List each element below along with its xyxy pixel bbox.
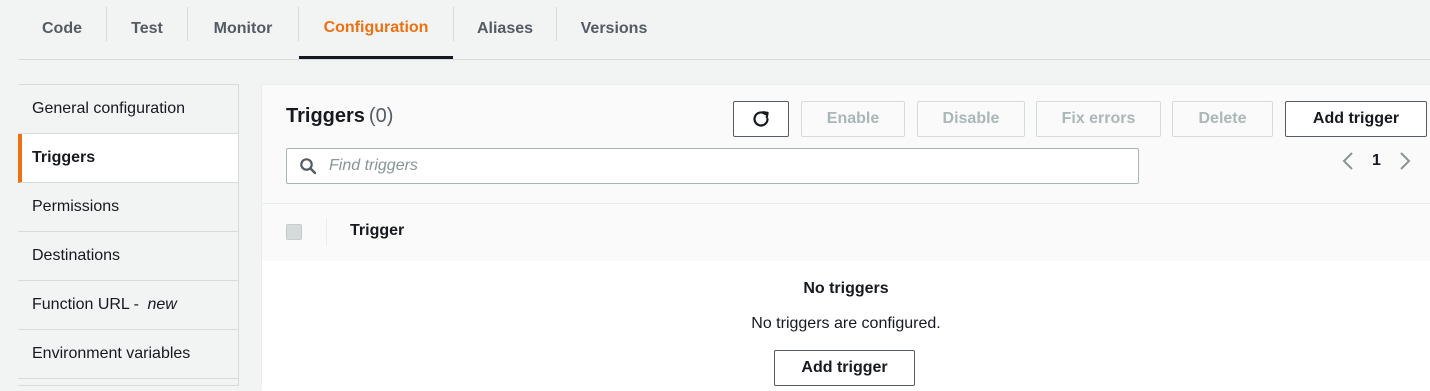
tab-versions[interactable]: Versions: [557, 0, 671, 58]
sidebar-item-label: Permissions: [32, 198, 120, 215]
table-header: Trigger: [262, 203, 1430, 262]
sidebar-item-destinations[interactable]: Destinations: [18, 232, 238, 281]
page-number[interactable]: 1: [1372, 152, 1381, 170]
sidebar-item-label: Triggers: [32, 149, 96, 166]
select-all-checkbox[interactable]: [286, 224, 302, 240]
enable-button[interactable]: Enable: [801, 101, 905, 137]
sidebar-item-label: Destinations: [32, 247, 121, 264]
fix-errors-button[interactable]: Fix errors: [1036, 101, 1161, 137]
panel-title-text: Triggers: [286, 105, 365, 127]
add-trigger-button[interactable]: Add trigger: [1285, 101, 1427, 137]
empty-state-description: No triggers are configured.: [751, 315, 941, 332]
tab-configuration[interactable]: Configuration: [299, 0, 453, 59]
search-input[interactable]: [327, 156, 1111, 176]
sidebar-item-label: Function URL -: [32, 296, 144, 313]
tab-aliases[interactable]: Aliases: [454, 0, 556, 58]
search-field[interactable]: [286, 148, 1139, 184]
search-icon: [299, 157, 317, 175]
empty-state: No triggers No triggers are configured. …: [262, 261, 1430, 391]
empty-state-title: No triggers: [803, 280, 889, 297]
sidebar-item-environment-variables[interactable]: Environment variables: [18, 330, 238, 379]
delete-button[interactable]: Delete: [1172, 101, 1273, 137]
triggers-panel: Triggers (0) Enable Disable Fix errors De…: [261, 84, 1430, 391]
sidebar-item-label: Environment variables: [32, 345, 191, 362]
panel-title: Triggers (0): [286, 105, 393, 128]
disable-button[interactable]: Disable: [917, 101, 1025, 137]
new-badge: new: [147, 296, 177, 313]
tab-monitor[interactable]: Monitor: [188, 0, 298, 58]
sidebar-item-permissions[interactable]: Permissions: [18, 183, 238, 232]
sidebar-item-general-configuration[interactable]: General configuration: [18, 85, 238, 134]
tab-bar: Code Test Monitor Configuration Aliases …: [18, 0, 1430, 60]
pagination: 1: [1342, 151, 1411, 171]
chevron-right-icon[interactable]: [1399, 151, 1411, 171]
refresh-button[interactable]: [733, 101, 789, 137]
column-header-trigger[interactable]: Trigger: [350, 222, 404, 240]
column-divider: [326, 218, 327, 246]
tab-test[interactable]: Test: [107, 0, 187, 58]
config-sidebar: General configuration Triggers Permissio…: [18, 84, 239, 386]
sidebar-item-label: General configuration: [32, 100, 185, 117]
sidebar-item-function-url[interactable]: Function URL - new: [18, 281, 238, 330]
sidebar-item-triggers[interactable]: Triggers: [18, 134, 238, 183]
refresh-icon: [750, 108, 772, 130]
chevron-left-icon[interactable]: [1342, 151, 1354, 171]
tab-code[interactable]: Code: [18, 0, 106, 58]
trigger-count: (0): [368, 105, 394, 127]
empty-add-trigger-button[interactable]: Add trigger: [774, 350, 915, 386]
